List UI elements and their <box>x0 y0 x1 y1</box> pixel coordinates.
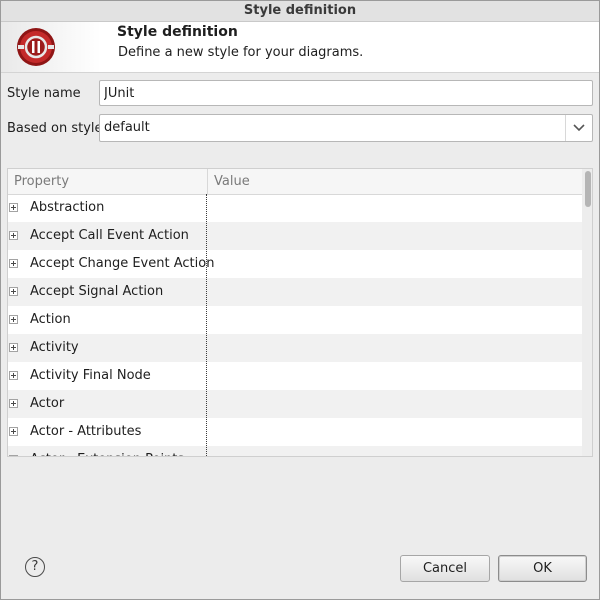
row-property: Activity <box>30 340 79 355</box>
expand-plus-icon[interactable] <box>9 231 18 240</box>
column-header-property[interactable]: Property <box>8 169 208 194</box>
table-row[interactable]: Accept Call Event Action <box>8 222 582 250</box>
style-name-input[interactable] <box>99 80 593 106</box>
banner-title: Style definition <box>117 24 238 40</box>
cancel-button[interactable]: Cancel <box>400 555 490 582</box>
table-row[interactable]: Activity Final Node <box>8 362 582 390</box>
expand-plus-icon[interactable] <box>9 203 18 212</box>
based-on-style-label: Based on style <box>7 121 103 136</box>
expand-plus-icon[interactable] <box>9 455 18 456</box>
table-row[interactable]: Actor <box>8 390 582 418</box>
row-property: Abstraction <box>30 200 105 215</box>
row-property: Accept Signal Action <box>30 284 164 299</box>
help-icon[interactable]: ? <box>25 557 45 577</box>
banner-description: Define a new style for your diagrams. <box>118 45 364 60</box>
table-rows: Abstraction Accept Call Event Action Acc… <box>8 194 582 456</box>
table-row[interactable]: Action <box>8 306 582 334</box>
row-property: Activity Final Node <box>30 368 151 383</box>
table-header: Property Value <box>8 169 582 195</box>
expand-plus-icon[interactable] <box>9 343 18 352</box>
table-row[interactable]: Activity <box>8 334 582 362</box>
table-row[interactable]: Accept Signal Action <box>8 278 582 306</box>
expand-plus-icon[interactable] <box>9 315 18 324</box>
row-property: Accept Call Event Action <box>30 228 189 243</box>
expand-plus-icon[interactable] <box>9 399 18 408</box>
table-row[interactable]: Accept Change Event Action <box>8 250 582 278</box>
expand-plus-icon[interactable] <box>9 287 18 296</box>
based-on-style-select[interactable]: default <box>99 114 593 142</box>
ok-button[interactable]: OK <box>498 555 587 582</box>
column-header-value[interactable]: Value <box>208 169 582 194</box>
row-property: Actor <box>30 396 65 411</box>
expand-plus-icon[interactable] <box>9 427 18 436</box>
row-property: Actor - Extension Points <box>30 446 184 456</box>
dialog-banner: Style definition Define a new style for … <box>1 22 599 73</box>
column-divider <box>206 194 207 456</box>
expand-plus-icon[interactable] <box>9 259 18 268</box>
table-row[interactable]: Actor - Attributes <box>8 418 582 446</box>
style-definition-icon <box>17 28 55 66</box>
style-name-label: Style name <box>7 86 81 101</box>
scrollbar-thumb[interactable] <box>585 171 591 207</box>
chevron-down-icon[interactable] <box>565 115 592 141</box>
row-property: Accept Change Event Action <box>30 256 215 271</box>
based-on-style-value: default <box>104 120 150 135</box>
style-properties-table: Property Value Abstraction Accept Call E… <box>7 168 593 457</box>
table-row[interactable]: Abstraction <box>8 194 582 222</box>
banner-icon-area <box>1 22 101 72</box>
expand-plus-icon[interactable] <box>9 371 18 380</box>
row-property: Actor - Attributes <box>30 424 142 439</box>
vertical-scrollbar[interactable] <box>582 169 592 456</box>
window-title: Style definition <box>1 1 599 22</box>
style-definition-dialog: Style definition Style definition Define… <box>0 0 600 600</box>
row-property: Action <box>30 312 71 327</box>
table-row[interactable]: Actor - Extension Points <box>8 446 582 456</box>
